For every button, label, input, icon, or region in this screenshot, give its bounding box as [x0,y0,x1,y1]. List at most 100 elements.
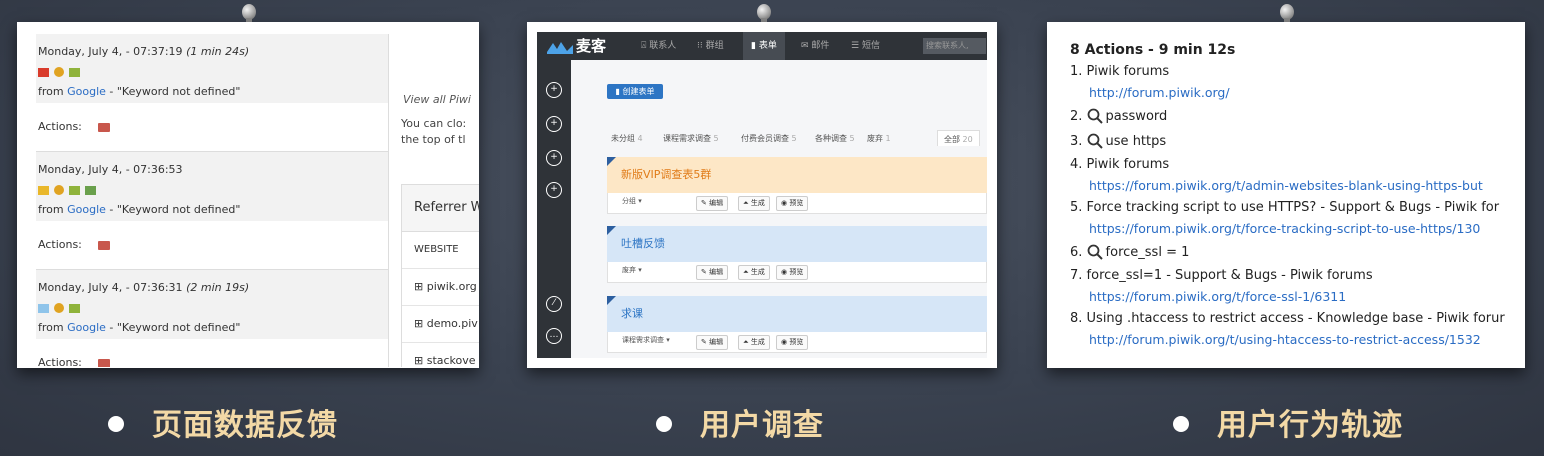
chat-icon[interactable]: … [546,328,562,344]
flag-ar-icon [38,303,49,313]
add-contact-icon[interactable]: + [546,82,562,98]
generate-button[interactable]: ⏶ 生成 [738,265,770,280]
keyword-text: - "Keyword not defined" [105,203,241,216]
edit-button[interactable]: ✎ 编辑 [696,196,729,211]
source-prefix: from [38,85,68,98]
page-url-link[interactable]: http://forum.piwik.org/ [1070,82,1520,104]
expand-icon[interactable]: ⊞ [414,280,423,293]
keyword-text: - "Keyword not defined" [105,85,241,98]
app-logo: 麦客 [547,35,606,56]
os-icon [69,185,80,195]
caret-down-icon: ▾ [638,197,642,205]
keyword-text: - "Keyword not defined" [105,321,241,334]
nav-forms[interactable]: ▮ 表单 [743,32,785,60]
preview-button[interactable]: ◉ 预览 [776,196,809,211]
nav-groups[interactable]: ⁝⁝ 群组 [697,32,724,60]
edit-button[interactable]: ✎ 编辑 [696,265,729,280]
bullet-icon [108,415,124,432]
page-url-link[interactable]: http://forum.piwik.org/t/using-htaccess-… [1070,329,1520,351]
expand-icon[interactable]: ⊞ [414,317,423,330]
edit-button[interactable]: ✎ 编辑 [696,335,729,350]
add-form-icon[interactable]: + [546,116,562,132]
flag-es-icon [38,185,49,195]
create-form-button[interactable]: ▮ 创建表单 [607,84,663,99]
bullet-icon [656,415,672,432]
user-survey-screenshot: 麦客 ⍓ 联系人 ⁝⁝ 群组 ▮ 表单 ✉ 邮件 ☰ 短信 搜索联系人, + +… [527,22,997,368]
preview-button[interactable]: ◉ 预览 [776,265,809,280]
top-nav-bar: 麦客 ⍓ 联系人 ⁝⁝ 群组 ▮ 表单 ✉ 邮件 ☰ 短信 搜索联系人, [537,32,987,60]
visit-time: Monday, July 4, - 07:36:53 [38,163,183,176]
preview-icon: ◉ [781,268,788,276]
generate-icon: ⏶ [743,268,749,276]
page-action: 4. Piwik forums [1070,154,1520,175]
generate-icon: ⏶ [743,199,749,207]
generate-icon: ⏶ [743,338,749,346]
visit-entry: Monday, July 4, - 07:36:53 from Google - … [36,152,388,270]
page-url-link[interactable]: https://forum.piwik.org/t/admin-websites… [1070,175,1520,197]
compass-icon[interactable]: ⁄ [546,296,562,312]
group-select[interactable]: 分组 ▾ [622,196,642,206]
website-column-header: WEBSITE [402,232,479,269]
actions-label: Actions: [38,356,82,367]
folder-icon[interactable] [97,358,110,367]
page-action: 5. Force tracking script to use HTTPS? -… [1070,197,1520,218]
forms-main: ▮ 创建表单 未分组 4 课程需求调查 5 付费会员调查 5 各种调查 5 废弃 1 全部… [571,60,987,358]
page-url-link[interactable]: https://forum.piwik.org/t/force-tracking… [1070,218,1520,240]
page-url-link[interactable]: https://forum.piwik.org/t/force-ssl-1/63… [1070,286,1520,308]
preview-icon: ◉ [781,199,788,207]
search-action: 2. password [1070,108,1168,124]
form-title[interactable]: 吐槽反馈 [621,237,665,250]
page-data-feedback-screenshot: Monday, July 4, - 07:37:19 (1 min 24s) fr… [17,22,479,368]
search-input[interactable]: 搜索联系人, [923,38,986,54]
tab-form-group[interactable]: 付费会员调查 5 [741,133,797,144]
folder-icon[interactable] [97,122,110,132]
tab-form-group[interactable]: 各种调查 5 [815,133,855,144]
generate-button[interactable]: ⏶ 生成 [738,196,770,211]
search-icon [1087,244,1103,260]
website-row[interactable]: ⊞ demo.piv [402,306,479,343]
website-row[interactable]: ⊞ stackove [402,343,479,367]
nav-sms[interactable]: ☰ 短信 [851,32,880,60]
caption-page-data-feedback: 页面数据反馈 [108,400,338,444]
add-sms-icon[interactable]: + [546,182,562,198]
tab-form-group[interactable]: 课程需求调查 5 [663,133,719,144]
generate-button[interactable]: ⏶ 生成 [738,335,770,350]
referrer-link[interactable]: Google [67,203,106,216]
website-row[interactable]: ⊞ piwik.org [402,269,479,306]
website-name: stackove [426,354,476,367]
website-name: demo.piv [426,317,478,330]
group-select[interactable]: 废弃 ▾ [622,265,642,275]
search-icon [1087,108,1103,124]
folder-icon[interactable] [97,240,110,250]
page-title: 4. Piwik forums [1070,157,1170,172]
view-all-link[interactable]: View all Piwi [403,92,471,108]
form-title[interactable]: 求课 [621,307,643,320]
caret-down-icon: ▾ [638,266,642,274]
visitor-log: Monday, July 4, - 07:37:19 (1 min 24s) fr… [36,34,388,367]
form-title[interactable]: 新版VIP调查表5群 [621,168,711,181]
search-action: 6. force_ssl = 1 [1070,244,1190,260]
add-mail-icon[interactable]: + [546,150,562,166]
expand-icon[interactable]: ⊞ [414,354,423,367]
corner-marker [607,157,616,166]
nav-contacts[interactable]: ⍓ 联系人 [641,32,676,60]
preview-icon: ◉ [781,338,788,346]
referrer-box-title: Referrer W [402,185,479,232]
chrome-icon [54,67,64,77]
tab-form-group[interactable]: 废弃 1 [867,133,891,144]
tab-form-group[interactable]: 未分组 4 [611,133,643,144]
search-keyword: password [1105,109,1168,124]
preview-button[interactable]: ◉ 预览 [776,335,809,350]
referrer-link[interactable]: Google [67,85,106,98]
caption-user-survey: 用户调查 [656,400,824,444]
website-name: piwik.org [426,280,477,293]
source-prefix: from [38,203,68,216]
referrer-link[interactable]: Google [67,321,106,334]
group-select[interactable]: 课程需求调查 ▾ [622,335,670,345]
page-title: 7. force_ssl=1 - Support & Bugs - Piwik … [1070,268,1373,283]
note-line: You can clo: [401,117,467,130]
tab-form-group[interactable]: 全部 20 [937,130,980,146]
chrome-icon [54,185,64,195]
form-card: 求课课程需求调查 ▾ ✎ 编辑 ⏶ 生成 ◉ 预览 [607,296,987,353]
nav-mail[interactable]: ✉ 邮件 [801,32,829,60]
